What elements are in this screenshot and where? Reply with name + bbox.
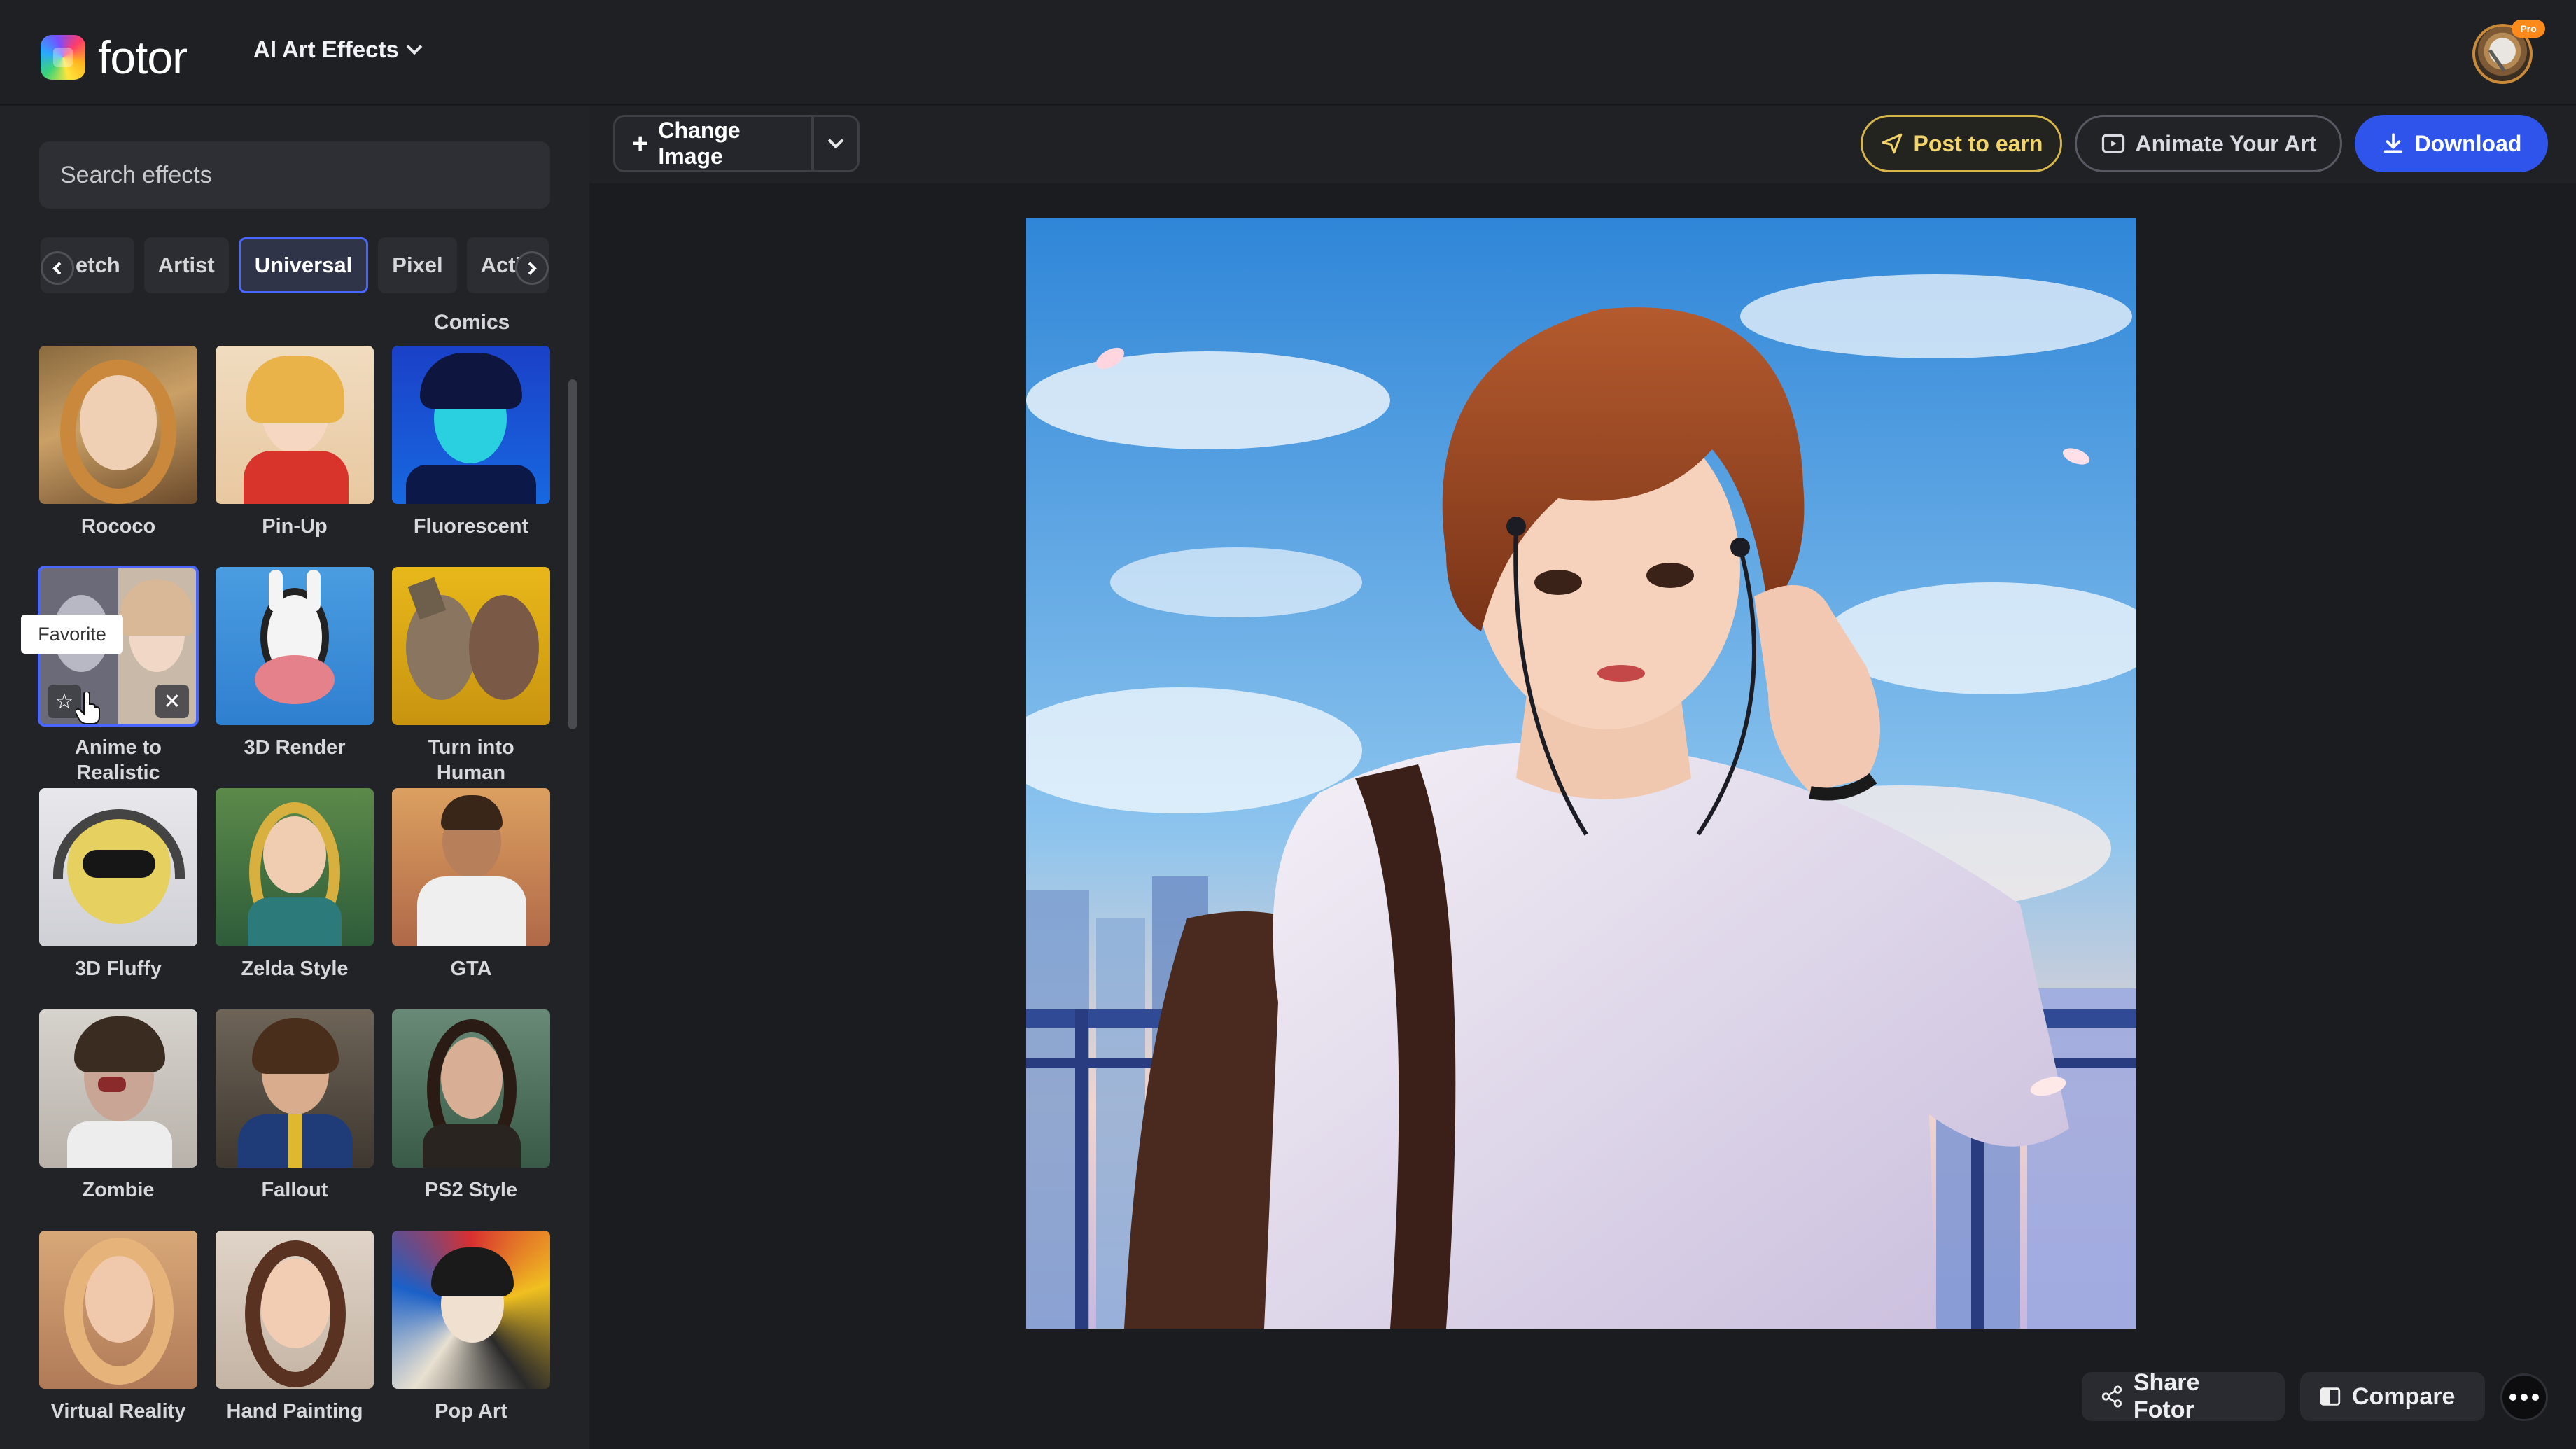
effect-thumbnail <box>392 346 550 504</box>
favorite-tooltip: Favorite <box>21 615 123 654</box>
download-icon <box>2384 133 2402 153</box>
effect-thumbnail <box>392 788 550 946</box>
effect-thumbnail <box>39 346 197 504</box>
change-image-dropdown[interactable] <box>812 115 860 172</box>
change-image-button[interactable]: + Change Image <box>613 115 813 172</box>
effect-label: Zombie <box>82 1179 155 1201</box>
logo-text: fotor <box>98 31 188 83</box>
effect-label: Turn into Human <box>428 736 514 784</box>
effect-label: Zelda Style <box>241 958 349 980</box>
chevron-down-icon <box>827 132 844 149</box>
effect-tile-zelda-style[interactable]: Zelda Style <box>216 788 374 981</box>
compare-button[interactable]: Compare <box>2300 1372 2485 1421</box>
fotor-logo-icon <box>41 35 85 80</box>
generated-artwork-image <box>1026 218 2136 1329</box>
effect-tile-pop-art[interactable]: Pop Art <box>392 1231 550 1424</box>
share-label: Share Fotor <box>2133 1369 2200 1423</box>
dot-icon <box>2532 1394 2539 1401</box>
categories-next-button[interactable] <box>515 251 549 285</box>
anime-realistic-portrait <box>1026 218 2136 1329</box>
effect-tile-virtual-reality[interactable]: Virtual Reality <box>39 1231 197 1424</box>
effect-thumbnail <box>39 1009 197 1168</box>
post-to-earn-button[interactable]: Post to earn <box>1861 115 2062 172</box>
effect-thumbnail <box>216 567 374 725</box>
effect-label: Fallout <box>261 1179 328 1201</box>
fotor-logo[interactable]: fotor <box>41 31 188 84</box>
effect-tile-3d-render[interactable]: 3D Render <box>216 567 374 760</box>
effect-label: 3D Render <box>244 736 346 759</box>
post-to-earn-label: Post to earn <box>1913 130 2043 156</box>
effect-tile-turn-into-human[interactable]: Turn into Human <box>392 567 550 785</box>
share-icon <box>2101 1385 2122 1408</box>
effect-thumbnail <box>216 788 374 946</box>
chevron-left-icon <box>52 261 66 275</box>
pro-badge: Pro <box>2512 20 2545 38</box>
chevron-right-icon <box>524 261 537 275</box>
section-label-comics: Comics <box>434 311 510 334</box>
effect-tile-ps2-style[interactable]: PS2 Style <box>392 1009 550 1203</box>
app-window: fotor AI Art Effects Pro etch Artist Uni… <box>0 0 2576 1449</box>
animate-your-art-button[interactable]: Animate Your Art <box>2075 115 2342 172</box>
compare-label: Compare <box>2352 1382 2456 1410</box>
sidebar-scrollbar[interactable] <box>568 379 577 729</box>
effect-tile-anime-to-realistic[interactable]: ☆ ✕ Anime to Realistic <box>38 566 199 785</box>
effect-thumbnail <box>39 788 197 946</box>
compare-icon <box>2320 1387 2341 1406</box>
send-icon <box>1882 133 1902 154</box>
search-effects-input[interactable] <box>39 141 550 209</box>
effect-thumbnail <box>392 567 550 725</box>
tab-universal[interactable]: Universal <box>238 237 369 293</box>
hand-cursor-icon <box>76 692 100 724</box>
effect-label: 3D Fluffy <box>74 958 162 980</box>
effect-tile-fluorescent[interactable]: Fluorescent <box>392 346 550 539</box>
change-image-label: Change Image <box>658 118 741 169</box>
effect-thumbnail <box>392 1231 550 1389</box>
effect-label: Rococo <box>80 515 156 538</box>
effect-label: GTA <box>450 958 492 980</box>
top-bar: fotor AI Art Effects Pro <box>0 0 2576 105</box>
effect-label: Anime to Realistic <box>74 736 162 784</box>
ai-art-effects-menu[interactable]: AI Art Effects <box>253 36 423 63</box>
category-tabs: etch Artist Universal Pixel Actio <box>41 237 550 294</box>
effect-label: Pop Art <box>435 1400 507 1422</box>
share-fotor-button[interactable]: Share Fotor <box>2082 1369 2285 1423</box>
effect-thumbnail <box>216 1009 374 1168</box>
effect-thumbnail <box>392 1009 550 1168</box>
animate-icon <box>2101 134 2124 153</box>
effect-label: PS2 Style <box>424 1179 518 1201</box>
download-button[interactable]: Download <box>2355 115 2548 172</box>
tab-artist[interactable]: Artist <box>144 237 229 293</box>
effect-thumbnail <box>216 1231 374 1389</box>
compare-icon[interactable]: ✕ <box>155 685 189 718</box>
effect-label: Pin-Up <box>262 515 328 538</box>
tab-pixel[interactable]: Pixel <box>378 237 457 293</box>
menu-label: AI Art Effects <box>253 36 399 62</box>
plus-icon: + <box>632 128 649 159</box>
more-options-button[interactable] <box>2500 1373 2548 1421</box>
download-label: Download <box>2414 130 2522 156</box>
categories-prev-button[interactable] <box>41 251 74 285</box>
dot-icon <box>2521 1394 2528 1401</box>
animate-label: Animate Your Art <box>2135 130 2317 156</box>
effect-label: Virtual Reality <box>50 1400 186 1422</box>
effect-tile-gta[interactable]: GTA <box>392 788 550 981</box>
effect-label: Hand Painting <box>226 1400 363 1422</box>
dot-icon <box>2510 1394 2516 1401</box>
tile-actions: ☆ ✕ <box>48 685 189 718</box>
effect-tile-hand-painting[interactable]: Hand Painting <box>216 1231 374 1424</box>
effect-tile-pin-up[interactable]: Pin-Up <box>216 346 374 539</box>
effect-thumbnail <box>39 1231 197 1389</box>
effect-tile-fallout[interactable]: Fallout <box>216 1009 374 1203</box>
effect-thumbnail <box>216 346 374 504</box>
effect-label: Fluorescent <box>413 515 529 538</box>
effect-tile-zombie[interactable]: Zombie <box>39 1009 197 1203</box>
effect-tile-3d-fluffy[interactable]: 3D Fluffy <box>39 788 197 981</box>
effect-tile-rococo[interactable]: Rococo <box>39 346 197 539</box>
chevron-down-icon <box>406 38 423 55</box>
